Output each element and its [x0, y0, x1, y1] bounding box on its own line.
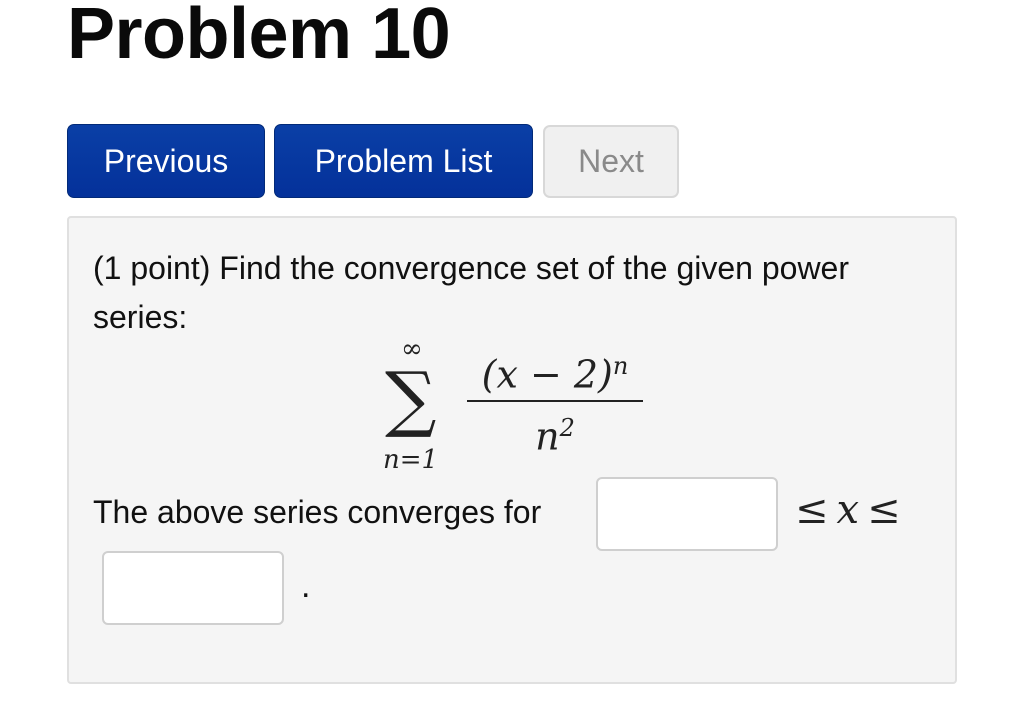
fraction-denominator: n2 [467, 406, 643, 459]
upper-bound-input[interactable] [102, 551, 284, 625]
fraction-bar [467, 400, 643, 402]
next-button: Next [543, 125, 679, 198]
less-equal-symbol-left: ≤ [795, 487, 829, 533]
problem-list-button[interactable]: Problem List [274, 124, 533, 198]
sum-lower-limit: n=1 [383, 445, 439, 475]
page-title: Problem 10 [67, 0, 451, 74]
inequality-expression: ≤ x ≤ [795, 484, 901, 536]
inequality-variable: x [836, 487, 860, 533]
problem-panel: (1 point) Find the convergence set of th… [67, 216, 957, 684]
trailing-period: . [301, 567, 311, 605]
denominator-exponent: 2 [559, 414, 575, 442]
less-equal-symbol-right: ≤ [867, 487, 901, 533]
summation-symbol: ∑ [385, 356, 437, 440]
numerator-exponent: n [612, 352, 629, 380]
previous-button[interactable]: Previous [67, 124, 265, 198]
denominator-base: n [535, 414, 560, 459]
numerator-base: (x − 2) [481, 352, 613, 397]
fraction-numerator: (x − 2)n [467, 344, 643, 397]
series-formula: ∞ ∑ n=1 (x − 2)n n2 [379, 336, 679, 486]
answer-prompt: The above series converges for [93, 494, 542, 530]
problem-statement: (1 point) Find the convergence set of th… [93, 250, 849, 335]
lower-bound-input[interactable] [596, 477, 778, 551]
